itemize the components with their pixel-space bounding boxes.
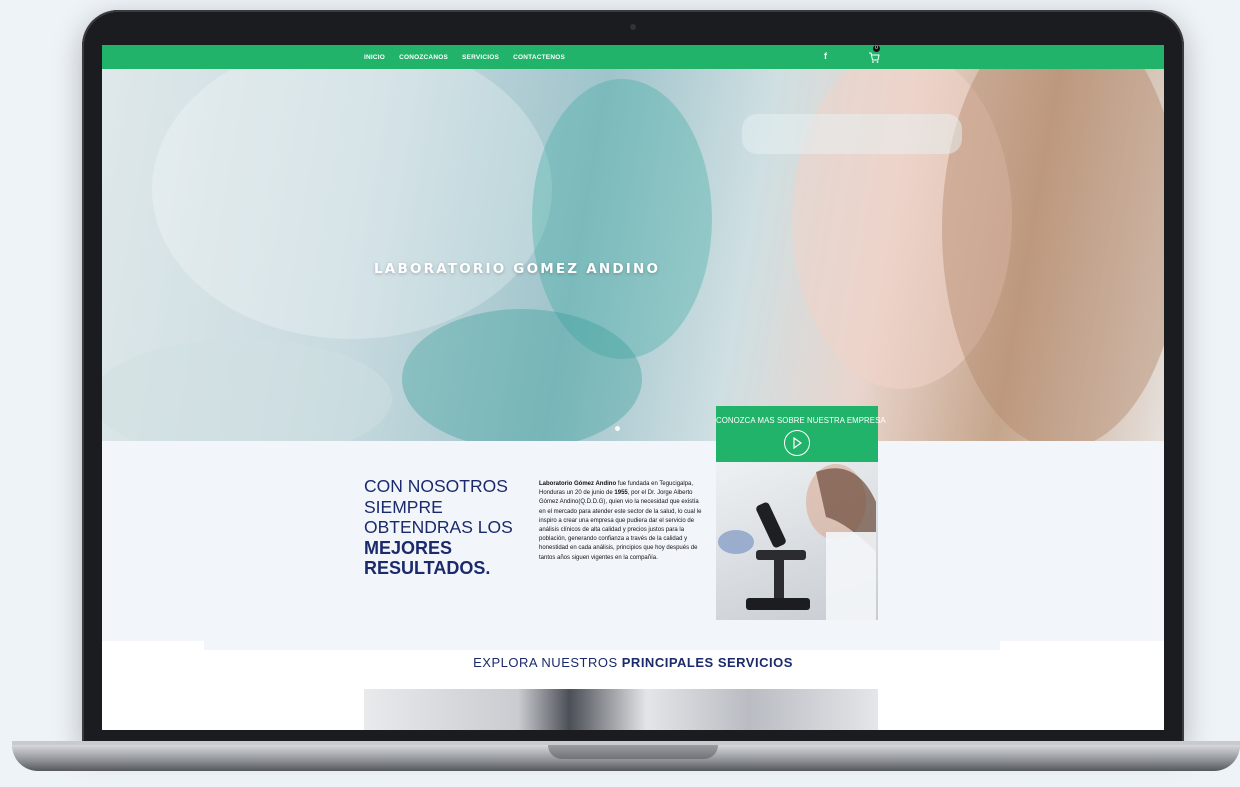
play-icon bbox=[793, 437, 802, 449]
website-screen: INICIO CONOZCANOS SERVICIOS CONTACTENOS … bbox=[102, 45, 1164, 730]
section-divider-band bbox=[204, 623, 1000, 650]
nav-menu: INICIO CONOZCANOS SERVICIOS CONTACTENOS bbox=[364, 45, 565, 69]
headline-line-1: CON NOSOTROS bbox=[364, 476, 508, 496]
headline-line-3: OBTENDRAS LOS bbox=[364, 517, 513, 537]
hero-background-image bbox=[102, 69, 1164, 441]
facebook-icon[interactable]: f bbox=[824, 51, 827, 61]
headline-strong-1: MEJORES bbox=[364, 537, 453, 558]
play-video-button[interactable] bbox=[784, 430, 810, 456]
promo-card: CONOZCA MAS SOBRE NUESTRA EMPRESA bbox=[716, 406, 886, 620]
nav-item-inicio[interactable]: INICIO bbox=[364, 54, 385, 61]
promo-title: CONOZCA MAS SOBRE NUESTRA EMPRESA bbox=[716, 416, 886, 425]
services-title-prefix: EXPLORA NUESTROS bbox=[473, 655, 622, 670]
laptop-notch bbox=[548, 745, 718, 759]
headline-line-2: SIEMPRE bbox=[364, 496, 443, 517]
camera-dot bbox=[630, 24, 636, 30]
about-headline: CON NOSOTROS SIEMPRE OBTENDRAS LOS MEJOR… bbox=[364, 476, 513, 579]
cart-count-badge: 0 bbox=[873, 45, 880, 52]
services-title-strong: PRINCIPALES SERVICIOS bbox=[621, 655, 793, 670]
services-title: EXPLORA NUESTROS PRINCIPALES SERVICIOS bbox=[102, 655, 1164, 670]
hero-title: LABORATORIO GOMEZ ANDINO bbox=[374, 261, 661, 277]
top-navbar: INICIO CONOZCANOS SERVICIOS CONTACTENOS … bbox=[102, 45, 1164, 69]
hero-banner: LABORATORIO GOMEZ ANDINO bbox=[102, 69, 1164, 441]
nav-item-conozcanos[interactable]: CONOZCANOS bbox=[399, 54, 448, 61]
founding-year: 1955 bbox=[614, 490, 628, 497]
about-section: CON NOSOTROS SIEMPRE OBTENDRAS LOS MEJOR… bbox=[102, 441, 1164, 641]
promo-header: CONOZCA MAS SOBRE NUESTRA EMPRESA bbox=[716, 406, 886, 462]
headline-strong-2: RESULTADOS. bbox=[364, 558, 491, 578]
microscope-illustration bbox=[718, 464, 876, 620]
company-name: Laboratorio Gómez Andino bbox=[539, 481, 617, 487]
slider-dot[interactable] bbox=[615, 426, 620, 431]
nav-item-contactenos[interactable]: CONTACTENOS bbox=[513, 54, 565, 61]
about-text-part-2: , por el Dr. Jorge Alberto Gómez Andino(… bbox=[539, 490, 702, 561]
about-paragraph: Laboratorio Gómez Andino fue fundada en … bbox=[539, 480, 707, 563]
nav-item-servicios[interactable]: SERVICIOS bbox=[462, 54, 499, 61]
cart-icon[interactable] bbox=[868, 50, 880, 64]
microscope-photo bbox=[716, 462, 878, 620]
services-photo bbox=[364, 689, 878, 730]
